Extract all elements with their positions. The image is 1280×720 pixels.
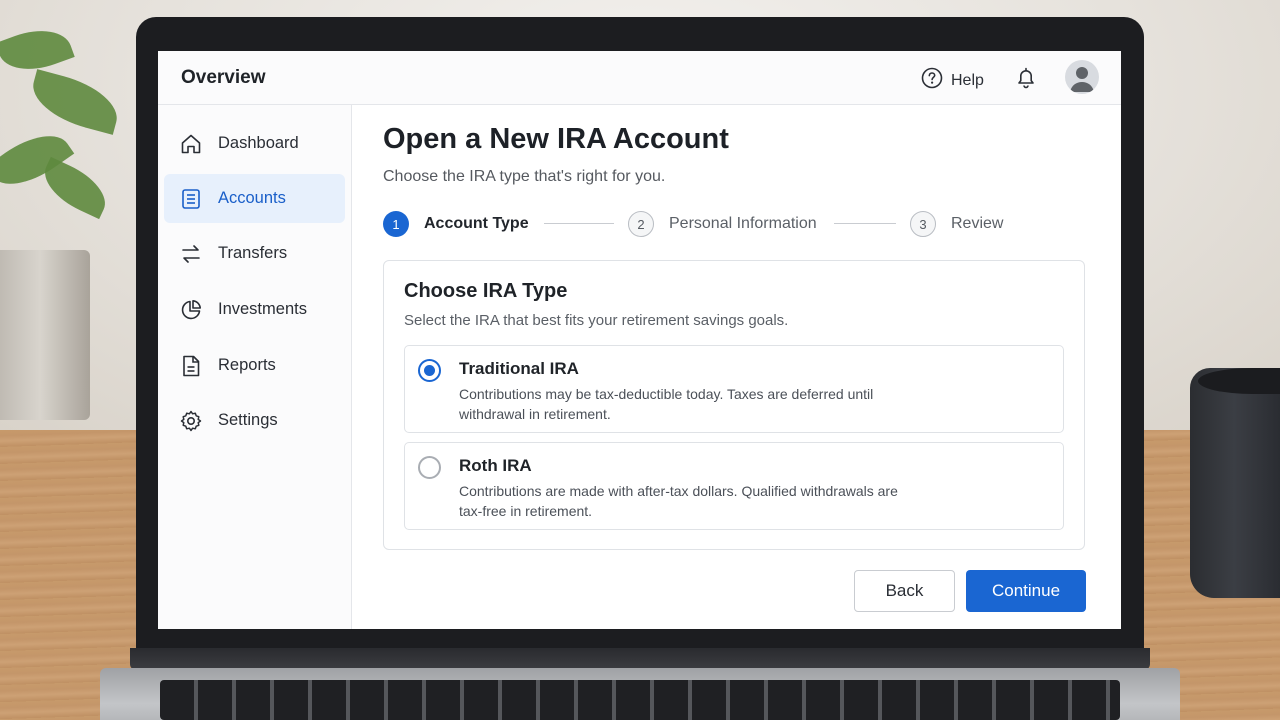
step-number: 3: [910, 211, 936, 237]
back-button[interactable]: Back: [854, 570, 955, 612]
help-button[interactable]: Help: [921, 67, 984, 94]
sidebar-item-label: Settings: [218, 411, 278, 429]
sidebar-item-label: Dashboard: [218, 134, 299, 152]
step-label: Review: [951, 215, 1004, 232]
sidebar-item-accounts[interactable]: Accounts: [164, 174, 345, 223]
sidebar-item-settings[interactable]: Settings: [164, 396, 345, 445]
sidebar-item-label: Investments: [218, 300, 307, 318]
help-circle-icon: [921, 67, 943, 94]
gear-icon: [179, 409, 203, 433]
help-label: Help: [951, 71, 984, 89]
card-title: Choose IRA Type: [404, 280, 568, 302]
report-file-icon: [179, 354, 203, 378]
laptop-screen: Overview Help Dashboard Accounts Transfe…: [158, 51, 1121, 629]
plant-pot: [0, 250, 90, 420]
option-roth-ira[interactable]: Roth IRA Contributions are made with aft…: [404, 442, 1064, 530]
step-connector: [544, 223, 614, 224]
step-label: Account Type: [424, 215, 529, 232]
page-subtitle: Choose the IRA type that's right for you…: [383, 168, 666, 185]
laptop-hinge: [130, 648, 1150, 670]
step-review: 3 Review: [910, 211, 1003, 237]
step-personal-information: 2 Personal Information: [628, 211, 817, 237]
chart-circle-icon: [179, 298, 203, 322]
sidebar-item-label: Transfers: [218, 244, 288, 262]
sidebar-item-dashboard[interactable]: Dashboard: [164, 119, 345, 168]
user-avatar-icon[interactable]: [1065, 60, 1099, 94]
sidebar-item-reports[interactable]: Reports: [164, 341, 345, 390]
document-list-icon: [179, 187, 203, 211]
arrows-swap-icon: [179, 242, 203, 266]
option-title: Traditional IRA: [459, 359, 579, 378]
step-label: Personal Information: [669, 215, 817, 232]
app-title: Overview: [181, 67, 266, 88]
sidebar-item-transfers[interactable]: Transfers: [164, 229, 345, 278]
step-account-type: 1 Account Type: [383, 211, 529, 237]
card-subtitle: Select the IRA that best fits your retir…: [404, 312, 789, 329]
page-title: Open a New IRA Account: [383, 123, 729, 155]
option-traditional-ira[interactable]: Traditional IRA Contributions may be tax…: [404, 345, 1064, 433]
sidebar-item-label: Accounts: [218, 189, 286, 207]
step-number: 1: [383, 211, 409, 237]
option-description: Contributions are made with after-tax do…: [459, 483, 898, 519]
step-connector: [834, 223, 896, 224]
coffee-mug: [1190, 368, 1280, 598]
top-bar: Overview Help: [158, 51, 1121, 105]
ira-type-card: Choose IRA Type Select the IRA that best…: [383, 260, 1085, 550]
continue-button[interactable]: Continue: [966, 570, 1086, 612]
radio-traditional-ira[interactable]: [418, 359, 441, 382]
bell-icon[interactable]: [1015, 66, 1037, 95]
option-description: Contributions may be tax-deductible toda…: [459, 386, 874, 422]
laptop-keyboard: [160, 680, 1120, 720]
option-title: Roth IRA: [459, 456, 532, 475]
sidebar: Dashboard Accounts Transfers Investments…: [158, 105, 352, 629]
sidebar-item-investments[interactable]: Investments: [164, 285, 345, 334]
sidebar-item-label: Reports: [218, 356, 276, 374]
step-number: 2: [628, 211, 654, 237]
home-icon: [179, 132, 203, 156]
radio-roth-ira[interactable]: [418, 456, 441, 479]
